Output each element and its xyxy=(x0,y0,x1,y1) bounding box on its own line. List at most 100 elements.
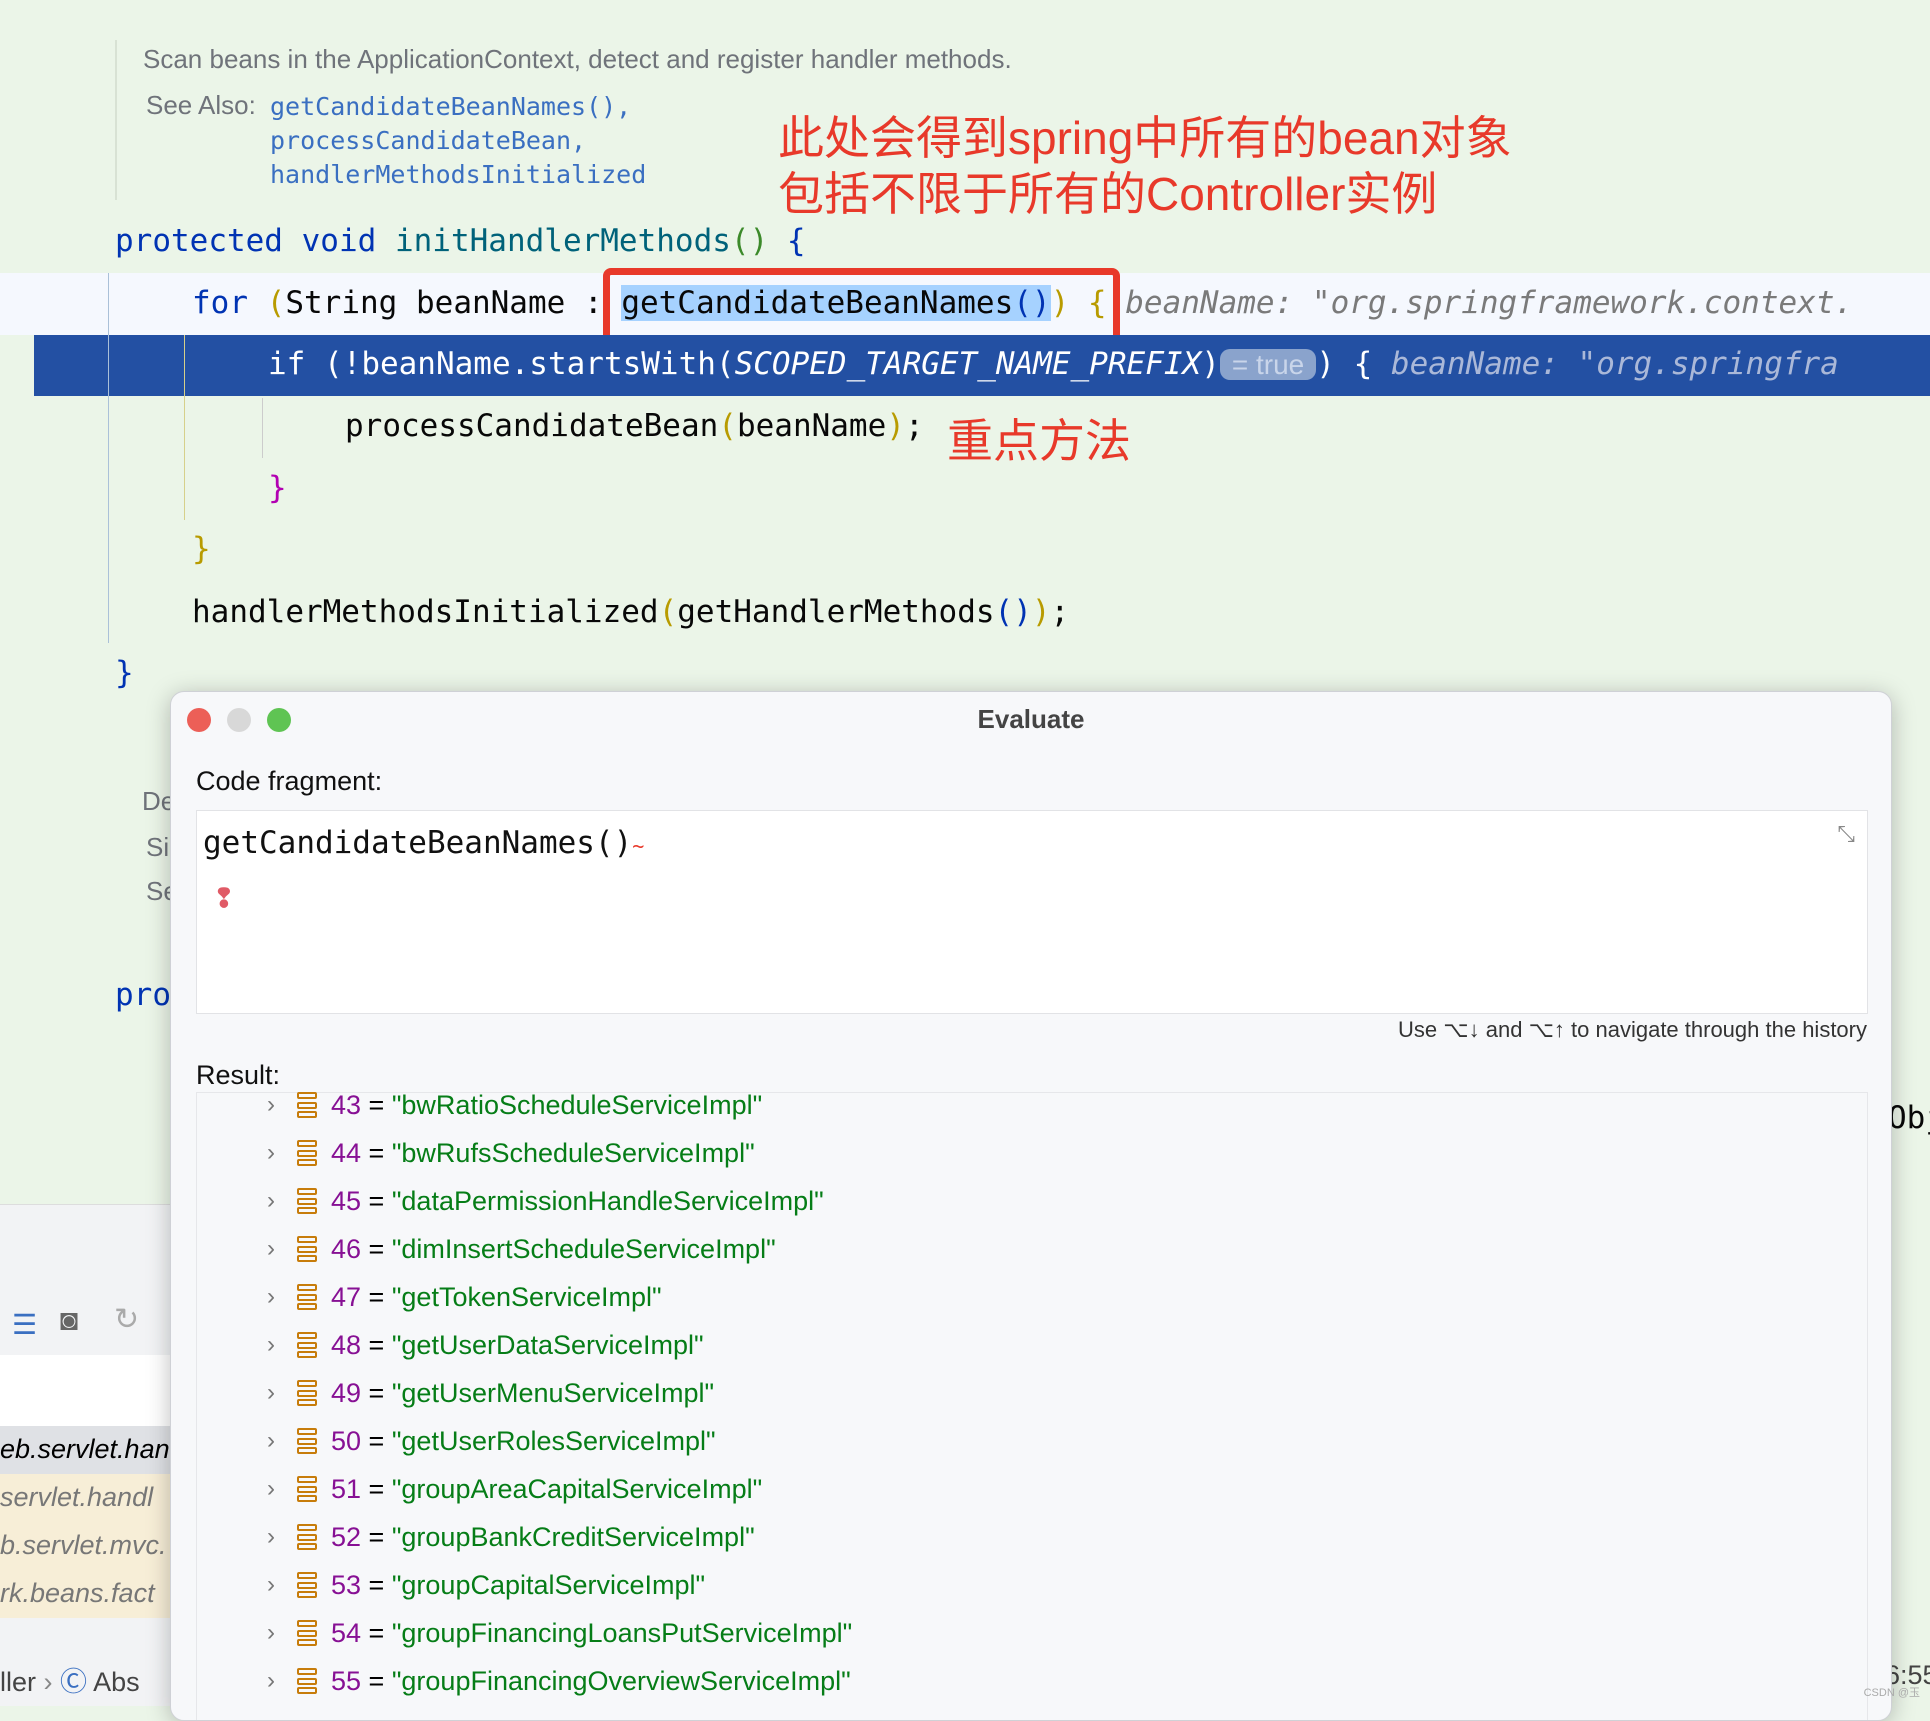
inline-value-badge: = true xyxy=(1219,349,1317,380)
result-value: "dataPermissionHandleServiceImpl" xyxy=(391,1185,824,1216)
result-index: 43 xyxy=(331,1089,362,1120)
array-element-icon xyxy=(297,1380,317,1406)
class-icon: Ⓒ xyxy=(60,1667,88,1697)
frame-item[interactable]: servlet.handl xyxy=(0,1474,170,1522)
chevron-right-icon[interactable]: › xyxy=(197,1283,297,1311)
breadcrumb[interactable]: ller › Ⓒ Abs xyxy=(0,1660,140,1699)
result-value: "groupFinancingLoansPutServiceImpl" xyxy=(391,1617,853,1648)
code-line: processCandidateBean(beanName); xyxy=(345,408,924,444)
evaluate-dialog: Evaluate Code fragment: getCandidateBean… xyxy=(170,691,1892,1721)
annotation-text: 重点方法 xyxy=(947,415,1131,467)
array-element-icon xyxy=(297,1188,317,1214)
result-value: "bwRufsScheduleServiceImpl" xyxy=(391,1137,755,1168)
array-element-icon xyxy=(297,1524,317,1550)
result-item[interactable]: › 53 = "groupCapitalServiceImpl" xyxy=(197,1561,705,1609)
result-item[interactable]: › 44 = "bwRufsScheduleServiceImpl" xyxy=(197,1129,755,1177)
result-item[interactable]: › 47 = "getTokenServiceImpl" xyxy=(197,1273,662,1321)
result-item[interactable]: › 51 = "groupAreaCapitalServiceImpl" xyxy=(197,1465,762,1513)
result-index: 53 xyxy=(331,1569,362,1600)
result-item[interactable]: › 45 = "dataPermissionHandleServiceImpl" xyxy=(197,1177,824,1225)
code-fragment-input[interactable]: getCandidateBeanNames()~ ❢ ⤡ xyxy=(196,810,1868,1014)
array-element-icon xyxy=(297,1428,317,1454)
frame-item[interactable]: eb.servlet.hand xyxy=(0,1426,185,1474)
code-partial: Obj xyxy=(1888,1100,1930,1136)
chevron-right-icon[interactable]: › xyxy=(197,1523,297,1551)
result-item[interactable]: › 49 = "getUserMenuServiceImpl" xyxy=(197,1369,714,1417)
chevron-right-icon[interactable]: › xyxy=(197,1331,297,1359)
array-element-icon xyxy=(297,1476,317,1502)
result-index: 48 xyxy=(331,1329,362,1360)
list-icon[interactable]: ☰ xyxy=(12,1308,37,1341)
result-index: 54 xyxy=(331,1617,362,1648)
array-element-icon xyxy=(297,1092,317,1118)
result-value: "bwRatioScheduleServiceImpl" xyxy=(391,1089,763,1120)
result-index: 50 xyxy=(331,1425,362,1456)
doc-summary: Scan beans in the ApplicationContext, de… xyxy=(143,44,1012,74)
code-partial: pro xyxy=(115,977,171,1013)
see-also-link[interactable]: getCandidateBeanNames(), xyxy=(270,92,631,121)
chevron-right-icon[interactable]: › xyxy=(197,1139,297,1167)
result-value: "getUserRolesServiceImpl" xyxy=(391,1425,716,1456)
watermark: CSDN @玉 xyxy=(1863,1687,1920,1699)
brace: } xyxy=(115,655,134,691)
result-index: 55 xyxy=(331,1665,362,1696)
chevron-right-icon[interactable]: › xyxy=(197,1235,297,1263)
result-index: 47 xyxy=(331,1281,362,1312)
result-value: "dimInsertScheduleServiceImpl" xyxy=(391,1233,776,1264)
result-item[interactable]: › 43 = "bwRatioScheduleServiceImpl" xyxy=(197,1081,762,1129)
code-fragment-text: getCandidateBeanNames()~ xyxy=(203,825,645,861)
error-bulb-icon[interactable]: ❢ xyxy=(213,883,235,914)
chevron-right-icon[interactable]: › xyxy=(197,1667,297,1695)
result-index: 45 xyxy=(331,1185,362,1216)
chevron-right-icon[interactable]: › xyxy=(197,1187,297,1215)
array-element-icon xyxy=(297,1140,317,1166)
brace: } xyxy=(268,470,287,506)
result-value: "groupBankCreditServiceImpl" xyxy=(391,1521,755,1552)
result-item[interactable]: › 46 = "dimInsertScheduleServiceImpl" xyxy=(197,1225,776,1273)
result-tree[interactable]: › 43 = "bwRatioScheduleServiceImpl" › 44 = … xyxy=(196,1090,1868,1720)
brace: } xyxy=(192,531,211,567)
result-index: 44 xyxy=(331,1137,362,1168)
frame-item[interactable]: b.servlet.mvc. xyxy=(0,1522,170,1570)
array-element-icon xyxy=(297,1668,317,1694)
result-item[interactable]: › 50 = "getUserRolesServiceImpl" xyxy=(197,1417,716,1465)
result-index: 52 xyxy=(331,1521,362,1552)
refresh-icon[interactable]: ↻ xyxy=(114,1302,139,1337)
result-value: "groupFinancingOverviewServiceImpl" xyxy=(391,1665,851,1696)
result-value: "getUserMenuServiceImpl" xyxy=(391,1377,715,1408)
result-item[interactable]: › 48 = "getUserDataServiceImpl" xyxy=(197,1321,704,1369)
array-element-icon xyxy=(297,1620,317,1646)
see-also-link[interactable]: processCandidateBean, xyxy=(270,126,586,155)
frame-item[interactable]: rk.beans.fact xyxy=(0,1570,170,1618)
annotation-text: 包括不限于所有的Controller实例 xyxy=(778,168,1438,220)
chevron-right-icon[interactable]: › xyxy=(197,1427,297,1455)
array-element-icon xyxy=(297,1332,317,1358)
result-item[interactable]: › 54 = "groupFinancingLoansPutServiceImpl… xyxy=(197,1609,852,1657)
see-also-link[interactable]: handlerMethodsInitialized xyxy=(270,160,646,189)
doc-partial: Si xyxy=(146,832,170,862)
array-element-icon xyxy=(297,1284,317,1310)
dialog-title: Evaluate xyxy=(977,704,1085,734)
result-value: "getTokenServiceImpl" xyxy=(391,1281,662,1312)
result-index: 49 xyxy=(331,1377,362,1408)
code-line: protected void initHandlerMethods() { xyxy=(115,223,806,259)
array-element-icon xyxy=(297,1236,317,1262)
result-value: "getUserDataServiceImpl" xyxy=(391,1329,704,1360)
result-item[interactable]: › 52 = "groupBankCreditServiceImpl" xyxy=(197,1513,755,1561)
code-fragment-label: Code fragment: xyxy=(196,766,383,796)
chevron-right-icon[interactable]: › xyxy=(197,1475,297,1503)
chevron-right-icon[interactable]: › xyxy=(197,1571,297,1599)
camera-icon[interactable]: ◙ xyxy=(60,1304,78,1338)
result-value: "groupCapitalServiceImpl" xyxy=(391,1569,706,1600)
doc-comment xyxy=(115,40,119,200)
history-hint: Use ⌥↓ and ⌥↑ to navigate through the hi… xyxy=(1398,1017,1867,1042)
chevron-right-icon[interactable]: › xyxy=(197,1379,297,1407)
chevron-right-icon[interactable]: › xyxy=(197,1619,297,1647)
result-item[interactable]: › 55 = "groupFinancingOverviewServiceImpl… xyxy=(197,1657,851,1705)
chevron-right-icon[interactable]: › xyxy=(197,1091,297,1119)
result-value: "groupAreaCapitalServiceImpl" xyxy=(391,1473,763,1504)
code-line: handlerMethodsInitialized(getHandlerMeth… xyxy=(192,594,1070,630)
result-index: 46 xyxy=(331,1233,362,1264)
see-also-label: See Also: xyxy=(146,90,256,120)
collapse-icon[interactable]: ⤡ xyxy=(1837,821,1855,847)
